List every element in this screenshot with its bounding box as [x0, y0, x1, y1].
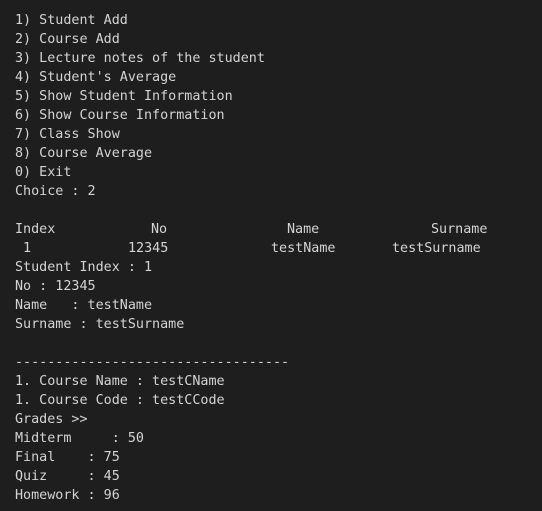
grade-final: Final : 75: [15, 450, 120, 465]
student-index-line: Student Index : 1: [15, 260, 153, 275]
menu-item-course-add: 2) Course Add: [15, 32, 120, 47]
cell-no: 12345: [128, 241, 169, 256]
table-row: 1 12345 testName testSurname: [15, 239, 542, 258]
grades-title: Grades >>: [15, 412, 88, 427]
separator-line: ----------------------------------: [15, 355, 290, 370]
student-no-line: No : 12345: [15, 279, 96, 294]
menu-item-exit: 0) Exit: [15, 165, 72, 180]
cell-index: 1: [23, 241, 32, 256]
menu-item-class-show: 7) Class Show: [15, 127, 120, 142]
cell-name: testName: [271, 241, 336, 256]
menu-item-lecture-notes: 3) Lecture notes of the student: [15, 51, 265, 66]
menu-item-student-add: 1) Student Add: [15, 13, 128, 28]
menu-item-show-course-info: 6) Show Course Information: [15, 108, 225, 123]
student-name-line: Name : testName: [15, 298, 153, 313]
student-surname-line: Surname : testSurname: [15, 317, 185, 332]
grade-quiz: Quiz : 45: [15, 469, 120, 484]
menu-item-student-average: 4) Student's Average: [15, 70, 177, 85]
header-index: Index: [15, 222, 56, 237]
menu-item-show-student-info: 5) Show Student Information: [15, 89, 233, 104]
cell-surname: testSurname: [392, 241, 481, 256]
terminal-output[interactable]: 1) Student Add 2) Course Add 3) Lecture …: [0, 0, 542, 511]
menu-item-course-average: 8) Course Average: [15, 146, 153, 161]
course-code-line: 1. Course Code : testCCode: [15, 393, 225, 408]
grade-midterm: Midterm : 50: [15, 431, 144, 446]
choice-prompt: Choice : 2: [15, 184, 96, 199]
header-no: No: [151, 222, 168, 237]
table-header: Index No Name Surname: [15, 220, 542, 239]
header-name: Name: [287, 222, 320, 237]
header-surname: Surname: [431, 222, 488, 237]
grade-homework: Homework : 96: [15, 488, 120, 503]
course-name-line: 1. Course Name : testCName: [15, 374, 225, 389]
